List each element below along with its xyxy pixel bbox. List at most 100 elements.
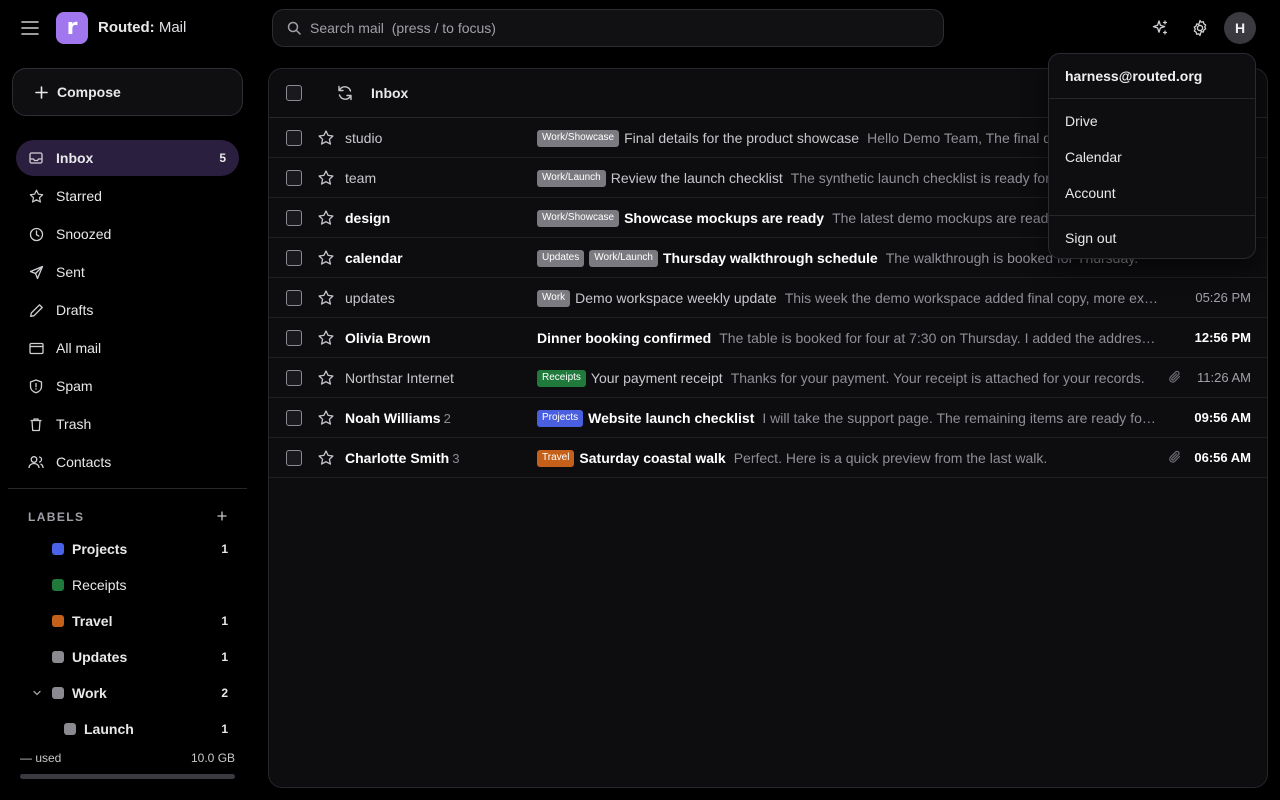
chevron-down-icon[interactable]: [32, 688, 44, 700]
contacts-icon: [28, 454, 44, 470]
plus-icon: [35, 85, 48, 99]
message-subject: Review the launch checklist: [610, 170, 783, 186]
star-icon[interactable]: [317, 169, 335, 187]
star-icon[interactable]: [317, 209, 335, 227]
sidebar-item-starred[interactable]: Starred: [16, 178, 239, 214]
message-subject: Saturday coastal walk: [579, 450, 726, 466]
label-color-dot: [52, 579, 64, 591]
table-row[interactable]: Olivia Brown Dinner booking confirmed The …: [269, 318, 1267, 358]
star-icon[interactable]: [317, 409, 335, 427]
table-row[interactable]: updates Work Demo workspace weekly update T…: [269, 278, 1267, 318]
message-subject: Final details for the product showcase: [624, 130, 860, 146]
send-icon: [28, 264, 44, 280]
star-icon[interactable]: [317, 449, 335, 467]
sender-name: studio: [345, 130, 383, 146]
label-color-dot: [52, 687, 64, 699]
account-email: harness@routed.org: [1065, 68, 1203, 84]
row-checkbox[interactable]: [286, 130, 302, 146]
row-checkbox[interactable]: [286, 210, 302, 226]
message-subject: Dinner booking confirmed: [537, 330, 712, 346]
storage-total: 10.0 GB: [191, 751, 236, 765]
message-time: 11:26 AM: [1197, 370, 1251, 385]
row-checkbox[interactable]: [286, 330, 302, 346]
add-label-icon[interactable]: [214, 508, 230, 524]
menu-item-calendar[interactable]: Calendar: [1065, 149, 1122, 165]
label-color-dot: [52, 543, 64, 555]
search-input[interactable]: [310, 20, 890, 36]
label-item-work[interactable]: Work 2: [52, 681, 234, 705]
sender-name: updates: [345, 290, 395, 306]
label-tag: Work/Launch: [589, 249, 658, 267]
sender-name: team: [345, 170, 377, 186]
row-checkbox[interactable]: [286, 290, 302, 306]
sidebar-item-spam[interactable]: Spam: [16, 368, 239, 404]
table-row[interactable]: Northstar Internet Receipts Your payment r…: [269, 358, 1267, 398]
star-icon[interactable]: [317, 369, 335, 387]
labels-heading: LABELS: [28, 510, 85, 524]
sidebar-item-snoozed[interactable]: Snoozed: [16, 216, 239, 252]
sidebar-divider: [8, 488, 247, 489]
trash-icon: [28, 416, 44, 432]
table-row[interactable]: Noah Williams 2 Projects Website launch che…: [269, 398, 1267, 438]
sidebar-item-all-mail[interactable]: All mail: [16, 330, 239, 366]
message-subject: Thursday walkthrough schedule: [663, 250, 878, 266]
label-item-updates[interactable]: Updates 1: [52, 645, 234, 669]
message-subject: Your payment receipt: [590, 370, 723, 386]
label-tag: Projects: [537, 409, 584, 427]
message-subject: Showcase mockups are ready: [624, 210, 825, 226]
sidebar-item-trash[interactable]: Trash: [16, 406, 239, 442]
menu-item-drive[interactable]: Drive: [1065, 113, 1098, 129]
shield-icon: [28, 378, 44, 394]
mailbox-icon: [28, 340, 44, 356]
star-icon[interactable]: [317, 289, 335, 307]
paperclip-icon: [1167, 449, 1185, 467]
refresh-icon[interactable]: [336, 84, 354, 102]
app-title: Routed: Mail: [98, 19, 187, 36]
row-checkbox[interactable]: [286, 250, 302, 266]
label-item-travel[interactable]: Travel 1: [52, 609, 234, 633]
sidebar-item-contacts[interactable]: Contacts: [16, 444, 239, 480]
list-title: Inbox: [371, 85, 409, 101]
gear-icon[interactable]: [1186, 14, 1214, 42]
search-icon: [287, 21, 301, 35]
storage-bar: [20, 774, 235, 779]
label-tag: Travel: [537, 449, 575, 467]
message-preview: Receipts Your payment receipt Thanks for y…: [537, 368, 1159, 388]
message-preview: Work Demo workspace weekly update This wee…: [537, 288, 1159, 308]
label-color-dot: [52, 651, 64, 663]
sender-name: Noah Williams 2: [345, 410, 451, 426]
row-checkbox[interactable]: [286, 450, 302, 466]
sender-name: Olivia Brown: [345, 330, 431, 346]
sidebar-item-sent[interactable]: Sent: [16, 254, 239, 290]
compose-button[interactable]: Compose: [12, 68, 243, 116]
label-item-receipts[interactable]: Receipts: [52, 573, 234, 597]
select-all-checkbox[interactable]: [286, 85, 302, 101]
message-preview: Dinner booking confirmed The table is boo…: [537, 328, 1159, 348]
table-row[interactable]: Charlotte Smith 3 Travel Saturday coastal w…: [269, 438, 1267, 478]
storage-used: — used: [20, 751, 62, 765]
search-bar[interactable]: [272, 9, 944, 47]
star-icon[interactable]: [317, 329, 335, 347]
row-checkbox[interactable]: [286, 170, 302, 186]
row-checkbox[interactable]: [286, 370, 302, 386]
menu-divider: [1049, 215, 1255, 216]
menu-item-account[interactable]: Account: [1065, 185, 1116, 201]
message-time: 05:26 PM: [1195, 290, 1251, 305]
label-item-projects[interactable]: Projects 1: [52, 537, 234, 561]
sidebar-item-drafts[interactable]: Drafts: [16, 292, 239, 328]
star-icon[interactable]: [317, 129, 335, 147]
menu-item-sign-out[interactable]: Sign out: [1065, 230, 1116, 246]
message-preview: Projects Website launch checklist I will t…: [537, 408, 1159, 428]
menu-icon[interactable]: [18, 16, 42, 40]
row-checkbox[interactable]: [286, 410, 302, 426]
sender-name: Charlotte Smith 3: [345, 450, 460, 466]
label-item-launch[interactable]: Launch 1: [64, 717, 234, 741]
message-subject: Demo workspace weekly update: [575, 290, 777, 306]
star-icon[interactable]: [317, 249, 335, 267]
label-tag: Receipts: [537, 369, 586, 387]
message-snippet: This week the demo workspace added final…: [784, 290, 1159, 306]
sparkle-icon[interactable]: [1146, 14, 1174, 42]
sidebar-item-inbox[interactable]: Inbox 5: [16, 140, 239, 176]
avatar[interactable]: H: [1224, 12, 1256, 44]
message-snippet: I will take the support page. The remain…: [762, 410, 1159, 426]
